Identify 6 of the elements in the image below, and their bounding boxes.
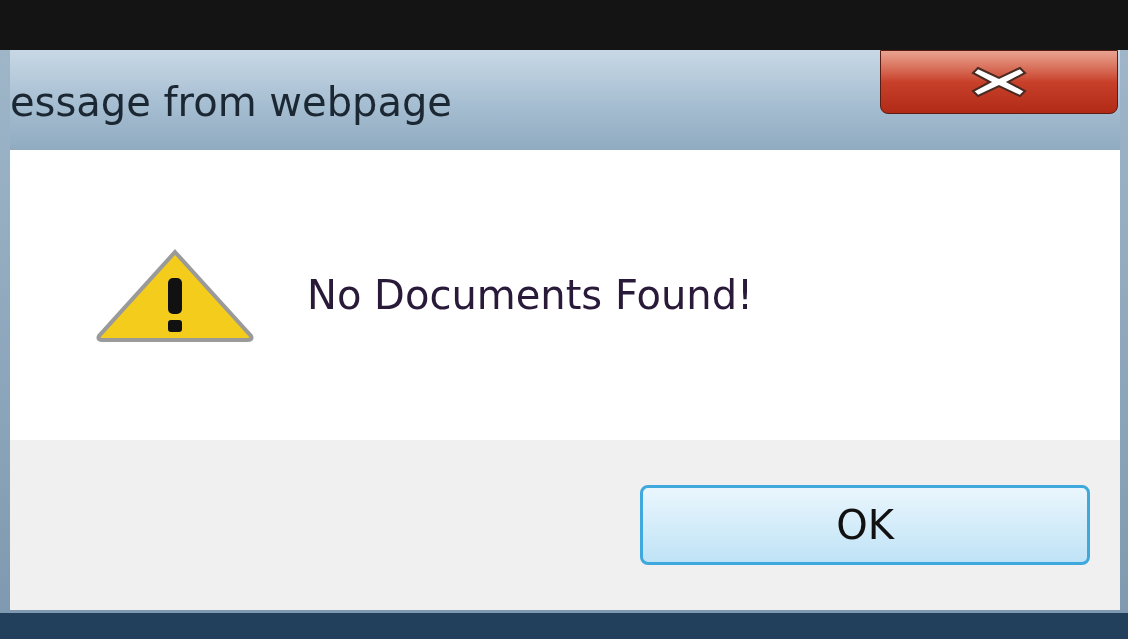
window-title: essage from webpage bbox=[10, 78, 452, 126]
warning-icon bbox=[95, 248, 255, 342]
message-text: No Documents Found! bbox=[307, 271, 754, 320]
close-button[interactable] bbox=[880, 50, 1118, 114]
close-icon bbox=[970, 65, 1028, 99]
ok-button[interactable]: OK bbox=[640, 485, 1090, 565]
